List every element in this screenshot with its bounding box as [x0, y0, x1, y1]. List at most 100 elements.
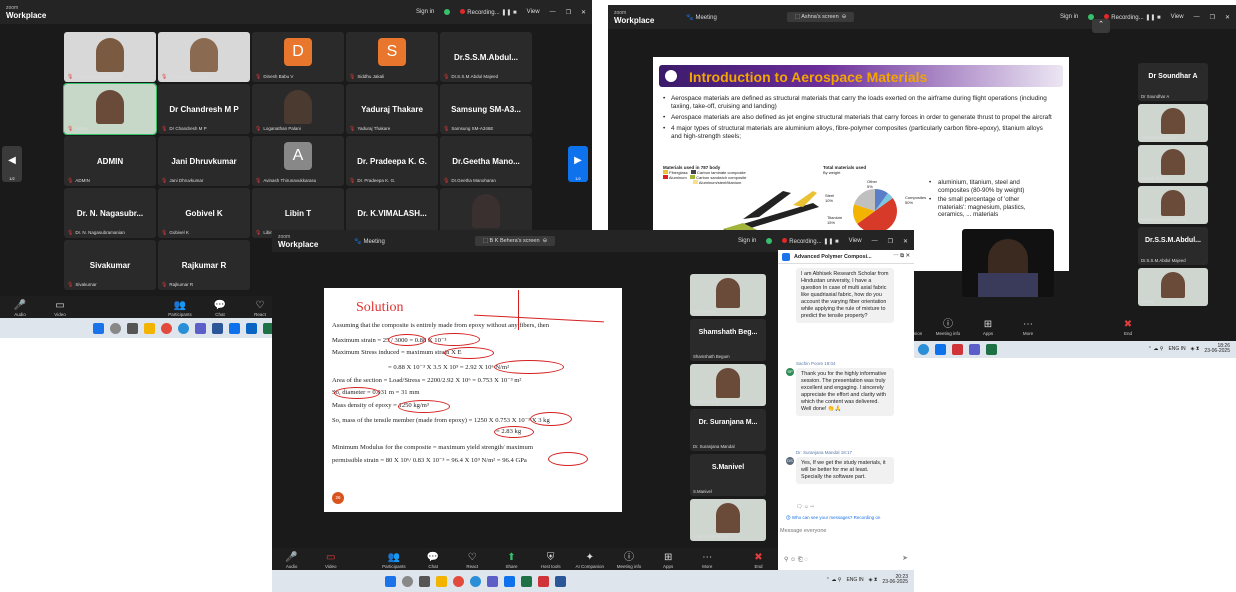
end-button[interactable]: ✖ End — [1108, 319, 1148, 336]
participant-tile[interactable]: Dr. Pradeepa K. G. 🎙 Dr. Pradeepa K. G. — [346, 136, 438, 186]
maximize-icon[interactable]: ❐ — [566, 9, 571, 16]
prev-page-button[interactable]: ◀ 1/2 — [2, 146, 22, 182]
participants-button[interactable]: 👥 Participants — [374, 552, 413, 569]
participant-tile[interactable]: Dinesh Babu V — [1138, 145, 1208, 183]
participant-tile[interactable]: Gobivel K 🎙 Gobivel K — [158, 188, 250, 238]
speaker-video[interactable] — [962, 229, 1054, 297]
minimize-icon[interactable]: — — [1194, 14, 1200, 20]
chat-visibility-note[interactable]: 🛈 Who can see your messages? Recording o… — [786, 514, 880, 522]
participant-tile[interactable]: Dr. N. Nagasubr... 🎙 Dr. N. Nagasubramania… — [64, 188, 156, 238]
recording-indicator[interactable]: Recording... ❚❚ ■ — [1104, 13, 1161, 21]
meeting-info-button[interactable]: ⓘ Meeting info — [928, 319, 968, 336]
view-button[interactable]: View — [527, 9, 540, 15]
share-screen-tab[interactable]: ⬚ Ashna's screen ⊖ — [786, 12, 855, 22]
participants-button[interactable]: 👥 Participants — [160, 300, 200, 317]
participant-tile[interactable]: 🎙 Loganathan Palani — [252, 84, 344, 134]
clock[interactable]: 18:26 23-06-2025 — [1204, 344, 1230, 354]
maximize-icon[interactable]: ❐ — [888, 238, 893, 245]
app-icon[interactable] — [952, 344, 963, 355]
recording-indicator[interactable]: Recording... ❚❚ ■ — [782, 237, 839, 245]
host-tools-button[interactable]: ⛨Host tools — [531, 552, 570, 569]
participant-tile[interactable]: 🎙 Astha — [63, 83, 157, 135]
teams-icon[interactable] — [969, 344, 980, 355]
message-reactions[interactable]: 🗨 ☺ ⇨ — [796, 504, 814, 510]
meeting-tab[interactable]: 🐾 Meeting — [686, 14, 717, 21]
participant-tile[interactable]: Dr Chandresh M P 🎙 Dr Chandresh M P — [158, 84, 250, 134]
share-screen-tab[interactable]: ⬚ B K Behera's screen ⊖ — [474, 236, 556, 246]
more-button[interactable]: ⋯ More — [1008, 319, 1048, 336]
close-icon[interactable]: ✕ — [581, 9, 586, 16]
participant-tile[interactable]: A 🎙 Avinash Thirunavukkarasu — [252, 136, 344, 186]
recording-indicator[interactable]: Recording... ❚❚ ■ — [460, 8, 517, 16]
edge-icon[interactable] — [178, 322, 189, 334]
participant-tile[interactable]: Dr.S.S.M.Abdul... Dr.S.S.M.Abdul Majeed — [1138, 227, 1208, 265]
ai-companion-button[interactable]: ✦AI Companion — [570, 552, 609, 569]
view-button[interactable]: View — [1171, 14, 1184, 20]
chat-message-input[interactable] — [780, 524, 908, 538]
participant-tile[interactable]: Rajkumar R 🎙 Rajkumar R — [158, 240, 250, 290]
word-icon[interactable] — [555, 575, 566, 587]
next-page-button[interactable]: ▶ 1/2 — [568, 146, 588, 182]
chrome-icon[interactable] — [453, 575, 464, 587]
participant-tile[interactable]: Buantha Kumar Behera — [1138, 186, 1208, 224]
minimize-icon[interactable]: — — [872, 238, 878, 244]
zoom-app-icon[interactable] — [504, 575, 515, 587]
video-button[interactable]: ▭ Video — [311, 552, 350, 569]
participant-tile[interactable]: 🎙 Shamshath Begum — [158, 32, 250, 82]
windows-start-icon[interactable] — [93, 322, 104, 334]
explorer-icon[interactable] — [436, 575, 447, 587]
participant-tile[interactable]: Dr.S.S.M.Abdul... 🎙 Dr.S.S.M.Abdul Majeed — [440, 32, 532, 82]
close-icon[interactable]: ✕ — [903, 238, 908, 245]
participant-tile[interactable]: Samsung SM-A3... 🎙 Samsung SM-A346E — [440, 84, 532, 134]
search-icon[interactable] — [110, 322, 121, 334]
task-view-icon[interactable] — [419, 575, 430, 587]
more-button[interactable]: ⋯ More — [688, 552, 727, 569]
sign-in-link[interactable]: Sign in — [416, 9, 434, 15]
participant-tile[interactable]: Ashna — [1138, 268, 1208, 306]
participant-tile[interactable]: Dr.Geetha Mano... 🎙 Dr.Geetha Manoharan — [440, 136, 532, 186]
chrome-icon[interactable] — [161, 322, 172, 334]
participant-tile[interactable]: Dillipanh Zala — [690, 364, 766, 406]
close-icon[interactable]: ✕ — [1225, 14, 1230, 21]
outlook-icon[interactable] — [246, 322, 257, 334]
share-button[interactable]: ⬆Share — [492, 552, 531, 569]
participant-tile[interactable]: Shamshath Begum — [1138, 104, 1208, 142]
participant-tile[interactable]: B K Behera — [690, 274, 766, 316]
edge-icon[interactable] — [918, 344, 929, 355]
apps-button[interactable]: ⊞ Apps — [968, 319, 1008, 336]
participant-tile[interactable]: S 🎙 Siddhu Jakali — [346, 32, 438, 82]
zoom-app-icon[interactable] — [229, 322, 240, 334]
participant-tile[interactable]: Jani Dhruvkumar 🎙 Jani Dhruvkumar — [158, 136, 250, 186]
react-button[interactable]: ♡ React — [453, 552, 492, 569]
minimize-icon[interactable]: — — [550, 9, 556, 15]
view-button[interactable]: View — [849, 238, 862, 244]
windows-start-icon[interactable] — [385, 575, 396, 587]
participant-tile[interactable]: Sivakumar 🎙 Sivakumar — [64, 240, 156, 290]
audio-button[interactable]: 🎤 Audio — [272, 552, 311, 569]
audio-button[interactable]: 🎤 Audio — [0, 300, 40, 317]
chat-window-icons[interactable]: ⋯ ⧉ ✕ — [893, 253, 910, 260]
chat-input-tools[interactable]: ⚲ ☺ ⎗ ◌ — [784, 556, 808, 564]
participant-tile[interactable]: Dr Soundhar A Dr Soundhar A — [1138, 63, 1208, 101]
task-view-icon[interactable] — [127, 322, 138, 334]
word-icon[interactable] — [212, 322, 223, 334]
sign-in-link[interactable]: Sign in — [738, 238, 756, 244]
excel-icon[interactable] — [986, 344, 997, 355]
sign-in-link[interactable]: Sign in — [1060, 14, 1078, 20]
chat-button[interactable]: 💬 Chat — [414, 552, 453, 569]
participant-tile[interactable]: Shamshath Beg... Shamshath Begum — [690, 319, 766, 361]
apps-button[interactable]: ⊞ Apps — [649, 552, 688, 569]
participant-tile[interactable]: 🎙 Sushma Kumar Behera — [64, 32, 156, 82]
send-icon[interactable]: ➤ — [902, 554, 908, 562]
clock[interactable]: 20:23 23-06-2025 — [882, 575, 908, 585]
teams-icon[interactable] — [195, 322, 206, 334]
teams-icon[interactable] — [487, 575, 498, 587]
participant-tile[interactable]: D 🎙 Dinesh Babu V — [252, 32, 344, 82]
participant-tile[interactable]: Loganathan Palani — [690, 499, 766, 541]
app-icon[interactable] — [538, 575, 549, 587]
video-button[interactable]: ▭ Video — [40, 300, 80, 317]
meeting-tab[interactable]: 🐾 Meeting — [354, 238, 385, 245]
explorer-icon[interactable] — [144, 322, 155, 334]
maximize-icon[interactable]: ❐ — [1210, 14, 1215, 21]
meeting-info-button[interactable]: ⓘ Meeting info — [609, 552, 648, 569]
